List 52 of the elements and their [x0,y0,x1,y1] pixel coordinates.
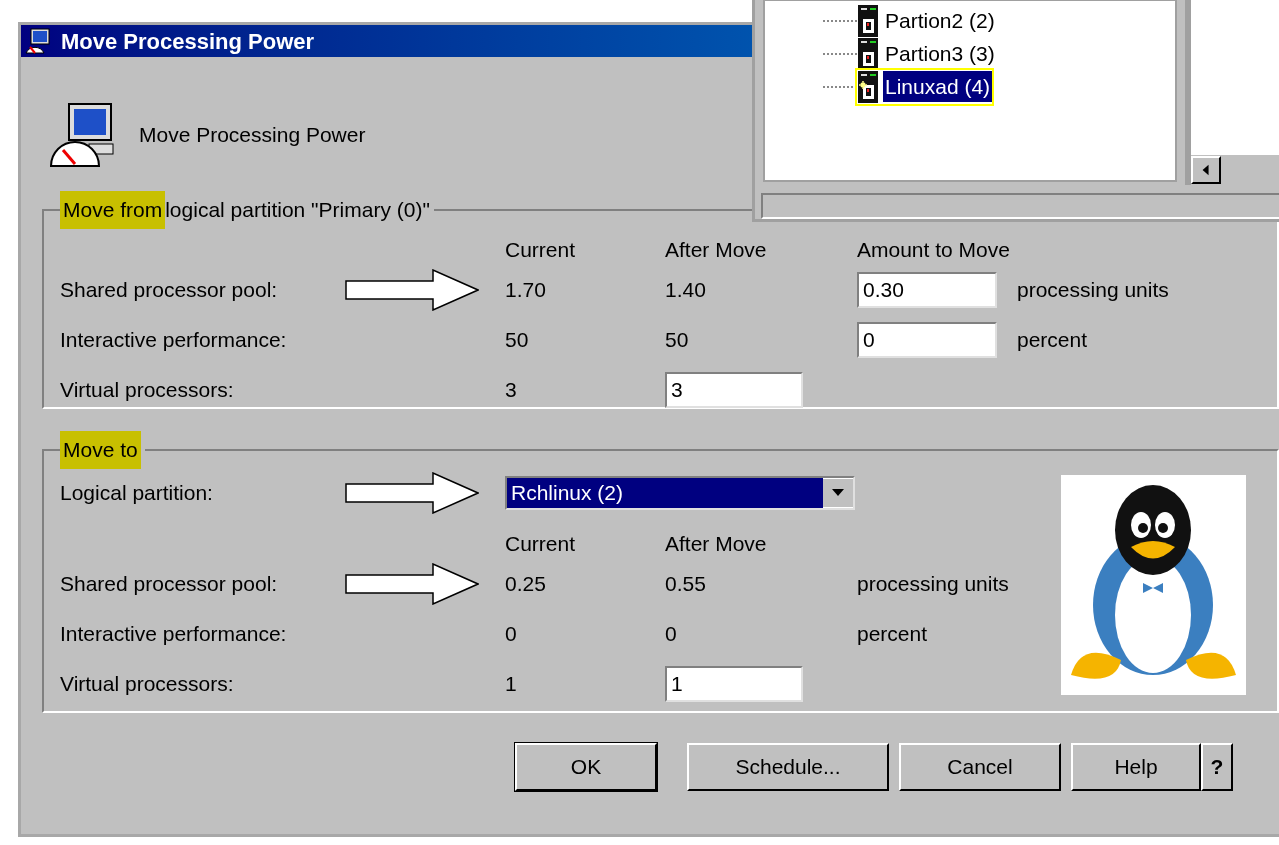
help-button[interactable]: ? [1201,743,1233,791]
input-field[interactable]: 0.30 [857,271,997,308]
tree-item[interactable]: Partion3 (3) [883,37,997,70]
highlighted-legend: Move to [60,431,141,469]
value-text: 50 [505,327,529,351]
value-text: 0.55 [665,571,706,595]
value-text: 1.70 [505,277,546,301]
server-icon [857,3,879,38]
field-label: Logical partition: [60,480,213,504]
tree-item[interactable]: Linuxad (4) [883,70,993,103]
field-label: Virtual processors: [60,377,234,401]
column-header: After Move [665,531,767,555]
partition-dropdown[interactable]: Rchlinux (2) [505,475,855,510]
value-text: 0 [505,621,517,645]
group-legend: logical partition "Primary (0)" [165,194,430,226]
value-text: 0.25 [505,571,546,595]
dialog-heading: Move Processing Power [139,122,366,149]
field-label: Shared processor pool: [60,277,278,301]
dialog-button[interactable]: Cancel [899,743,1061,791]
column-header: Current [505,531,576,555]
input-field[interactable]: 0 [857,321,997,358]
input-field[interactable]: 3 [665,371,803,408]
field-label: Shared processor pool: [60,571,278,595]
field-label: Interactive performance: [60,327,287,351]
column-header: Current [505,237,576,261]
dialog-button[interactable]: Schedule... [687,743,889,791]
value-text: 50 [665,327,689,351]
scroll-left-icon[interactable] [1191,156,1221,184]
server-icon [857,36,879,71]
dialog-button[interactable]: OK [515,743,657,791]
dropdown-caret-icon [823,478,853,507]
value-text: 1 [505,671,517,695]
value-text: 1.40 [665,277,706,301]
input-field[interactable]: 1 [665,665,803,702]
computer-gauge-icon [49,102,117,168]
tree-item[interactable]: Partion2 (2) [883,4,997,37]
column-header: After Move [665,237,767,261]
value-text: 0 [665,621,677,645]
dialog-button[interactable]: Help [1071,743,1201,791]
horizontal-scrollbar[interactable] [1191,155,1279,185]
field-label: Virtual processors: [60,671,234,695]
window-title: Move Processing Power [61,27,315,56]
computer-gauge-icon [25,28,53,54]
unit-label: percent [857,620,928,647]
unit-label: processing units [857,570,1009,597]
unit-label: percent [1017,326,1088,353]
unit-label: processing units [1017,276,1169,303]
server-icon [857,69,879,104]
value-text: 3 [505,377,517,401]
column-header: Amount to Move [857,237,1010,261]
field-label: Interactive performance: [60,621,287,645]
highlighted-legend: Move from [60,191,166,229]
